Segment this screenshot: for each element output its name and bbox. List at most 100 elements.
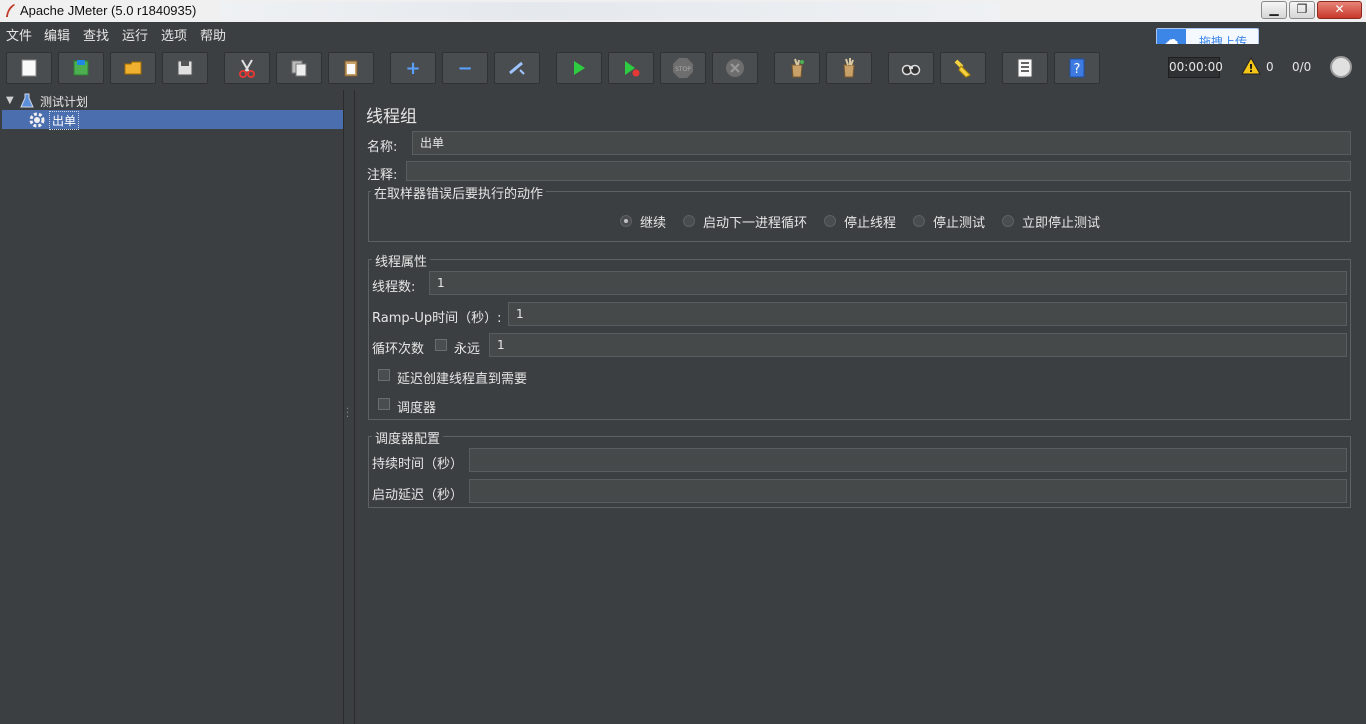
clear-button[interactable] xyxy=(774,52,820,84)
copy-button[interactable] xyxy=(276,52,322,84)
gear-icon xyxy=(29,112,45,128)
window-title: Apache JMeter (5.0 r1840935) xyxy=(20,3,197,18)
menu-help[interactable]: 帮助 xyxy=(200,25,226,44)
comment-label: 注释: xyxy=(367,168,398,183)
stop-button[interactable]: STOP xyxy=(660,52,706,84)
loop-count-input[interactable]: 1 xyxy=(489,333,1347,357)
window-titlebar: Apache JMeter (5.0 r1840935) ▁ ❐ ✕ xyxy=(0,0,1366,22)
toggle-icon xyxy=(509,61,525,75)
svg-text:?: ? xyxy=(1074,62,1081,77)
test-tree: ▼ 测试计划 出单 xyxy=(0,90,344,724)
radio-stop-test-now-label[interactable]: 立即停止测试 xyxy=(1022,212,1100,231)
page-title: 线程组 xyxy=(366,107,417,127)
threads-input[interactable]: 1 xyxy=(429,271,1347,295)
warning-icon[interactable]: ! xyxy=(1241,57,1261,75)
menu-file[interactable]: 文件 xyxy=(6,25,32,44)
radio-continue[interactable] xyxy=(620,215,632,227)
toggle-button[interactable] xyxy=(494,52,540,84)
radio-continue-label[interactable]: 继续 xyxy=(640,212,666,231)
menu-options[interactable]: 选项 xyxy=(161,25,187,44)
radio-stop-test-label[interactable]: 停止测试 xyxy=(933,212,985,231)
menu-search[interactable]: 查找 xyxy=(83,25,109,44)
collapse-icon: − xyxy=(457,57,473,79)
panel-divider xyxy=(354,90,355,724)
loop-count-label: 循环次数 xyxy=(372,342,425,357)
search-button[interactable] xyxy=(888,52,934,84)
new-button[interactable] xyxy=(6,52,52,84)
save-icon xyxy=(177,60,193,76)
tree-item-thread-group-label: 出单 xyxy=(49,111,80,130)
elapsed-timer: 00:00:00 xyxy=(1168,57,1223,78)
stop-icon: STOP xyxy=(673,58,693,78)
forever-checkbox[interactable] xyxy=(435,339,447,351)
open-icon xyxy=(124,61,142,75)
rampup-label: Ramp-Up时间（秒）: xyxy=(372,311,502,326)
scheduler-config-title: 调度器配置 xyxy=(372,428,444,447)
expand-all-button[interactable]: + xyxy=(390,52,436,84)
tree-item-thread-group[interactable]: 出单 xyxy=(2,110,343,130)
help-button[interactable]: ? xyxy=(1054,52,1100,84)
start-no-pause-icon xyxy=(625,61,640,77)
comment-field[interactable] xyxy=(406,161,1351,181)
templates-button[interactable] xyxy=(58,52,104,84)
save-button[interactable] xyxy=(162,52,208,84)
paste-icon xyxy=(344,60,358,77)
start-button[interactable] xyxy=(556,52,602,84)
clear-all-icon xyxy=(843,58,855,78)
stop-label: STOP xyxy=(675,66,691,73)
paste-button[interactable] xyxy=(328,52,374,84)
shutdown-icon xyxy=(726,59,744,77)
start-no-pauses-button[interactable] xyxy=(608,52,654,84)
function-helper-icon xyxy=(1017,58,1033,78)
clear-icon xyxy=(791,58,804,78)
splitter-handle[interactable]: · · · xyxy=(346,405,352,424)
remote-run-icon[interactable] xyxy=(1330,56,1352,78)
startup-delay-label: 启动延迟（秒） xyxy=(372,488,464,503)
duration-label: 持续时间（秒） xyxy=(372,457,464,472)
menu-run[interactable]: 运行 xyxy=(122,25,148,44)
radio-stop-thread[interactable] xyxy=(824,215,836,227)
forever-label[interactable]: 永远 xyxy=(454,338,480,357)
delay-thread-creation-checkbox[interactable] xyxy=(378,369,390,381)
function-helper-button[interactable] xyxy=(1002,52,1048,84)
test-plan-flask-icon xyxy=(20,93,34,108)
tree-item-test-plan[interactable]: 测试计划 xyxy=(40,93,88,110)
cut-button[interactable] xyxy=(224,52,270,84)
jmeter-feather-icon xyxy=(6,4,15,17)
svg-text:!: ! xyxy=(1248,62,1253,75)
startup-delay-input[interactable] xyxy=(469,479,1347,503)
minimize-button[interactable]: ▁ xyxy=(1261,1,1287,19)
rampup-input[interactable]: 1 xyxy=(508,302,1347,326)
reset-search-icon xyxy=(954,59,971,78)
open-button[interactable] xyxy=(110,52,156,84)
radio-start-next-loop-label[interactable]: 启动下一进程循环 xyxy=(703,212,807,231)
templates-icon xyxy=(73,60,89,76)
delay-thread-creation-label[interactable]: 延迟创建线程直到需要 xyxy=(397,368,527,387)
radio-stop-test-now[interactable] xyxy=(1002,215,1014,227)
reset-search-button[interactable] xyxy=(940,52,986,84)
expand-icon: + xyxy=(405,57,421,79)
shutdown-button[interactable] xyxy=(712,52,758,84)
start-icon xyxy=(574,61,585,75)
thread-properties-title: 线程属性 xyxy=(372,251,431,270)
threads-label: 线程数: xyxy=(372,280,416,295)
clear-all-button[interactable] xyxy=(826,52,872,84)
active-thread-count: 0/0 xyxy=(1292,60,1312,74)
copy-icon xyxy=(291,60,307,77)
name-field[interactable]: 出单 xyxy=(412,131,1351,155)
close-window-button[interactable]: ✕ xyxy=(1317,1,1362,19)
radio-stop-test[interactable] xyxy=(913,215,925,227)
duration-input[interactable] xyxy=(469,448,1347,472)
name-label: 名称: xyxy=(367,140,398,155)
collapse-all-button[interactable]: − xyxy=(442,52,488,84)
scheduler-label[interactable]: 调度器 xyxy=(397,397,436,416)
scheduler-checkbox[interactable] xyxy=(378,398,390,410)
radio-stop-thread-label[interactable]: 停止线程 xyxy=(844,212,896,231)
error-action-title: 在取样器错误后要执行的动作 xyxy=(371,183,547,202)
maximize-button[interactable]: ❐ xyxy=(1289,1,1315,19)
menu-edit[interactable]: 编辑 xyxy=(44,25,70,44)
expand-arrow-icon[interactable]: ▼ xyxy=(6,95,14,106)
background-window-ghost xyxy=(220,2,1000,20)
radio-start-next-loop[interactable] xyxy=(683,215,695,227)
search-icon xyxy=(901,64,921,76)
